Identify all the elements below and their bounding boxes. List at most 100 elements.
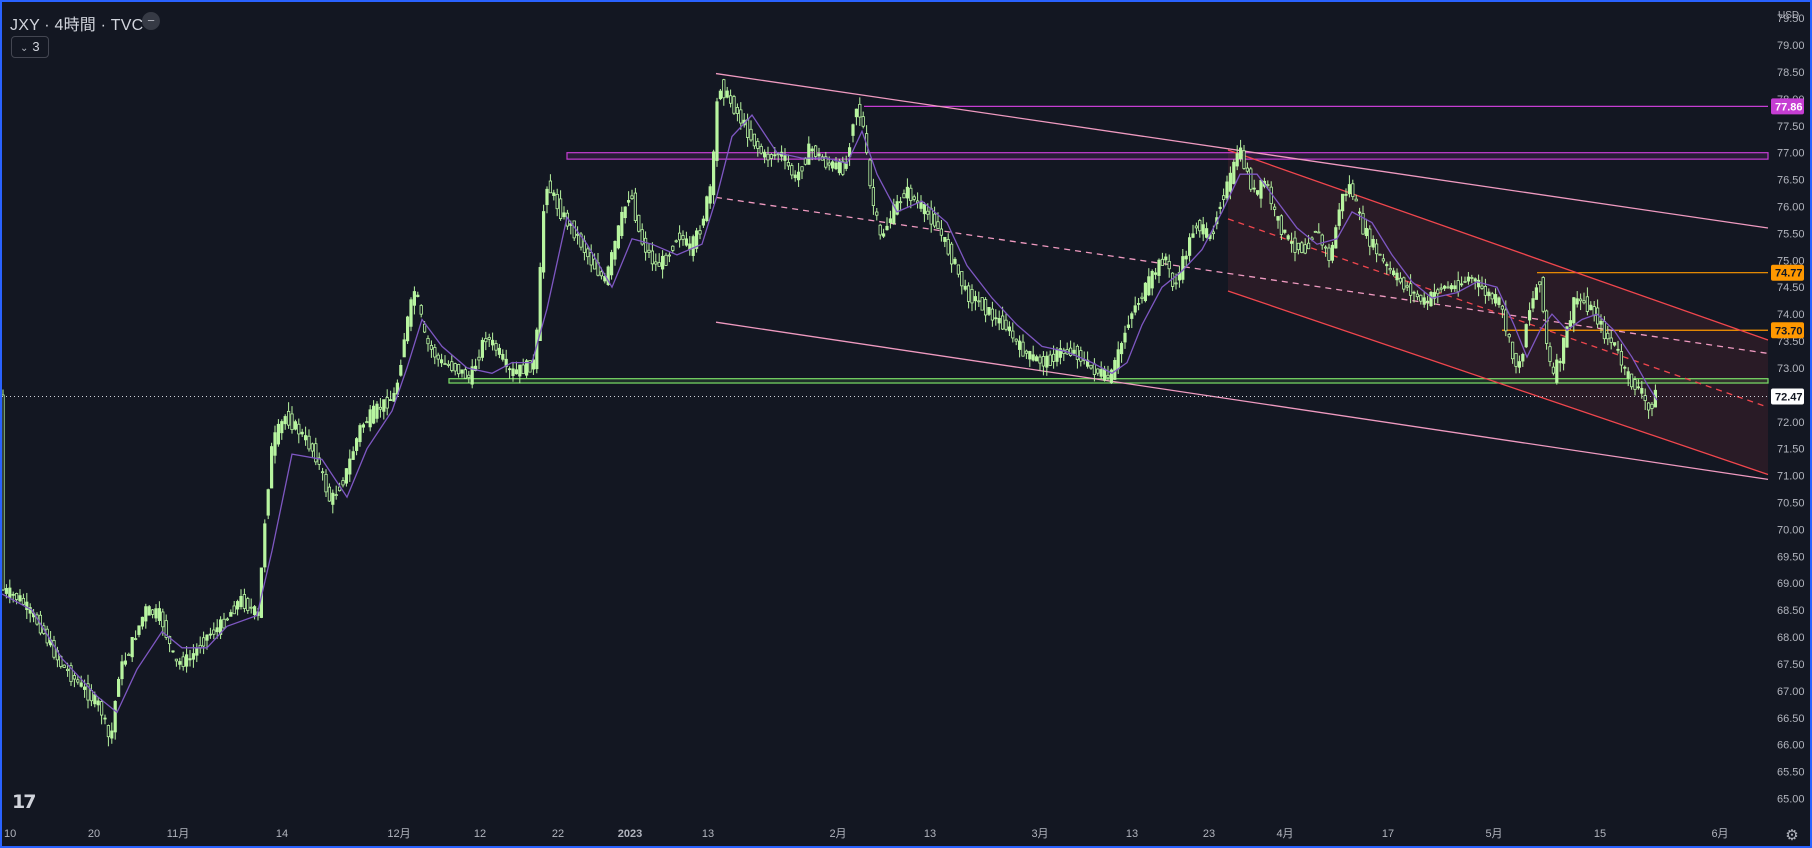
candle-body xyxy=(616,225,621,249)
candle-body xyxy=(1439,287,1443,290)
candle-body xyxy=(269,446,274,489)
candle-body xyxy=(1099,369,1103,377)
tradingview-logo-icon[interactable]: 17 xyxy=(12,791,36,813)
symbol-title[interactable]: JXY · 4時間 · TVC xyxy=(10,11,143,35)
candle-body xyxy=(1089,364,1093,369)
price-tick-label: 76.00 xyxy=(1777,202,1805,214)
candle-body xyxy=(422,323,427,333)
candle-body xyxy=(140,616,144,627)
candle-body xyxy=(1201,224,1205,235)
candle-body xyxy=(1480,285,1484,289)
chevron-down-icon: ⌄ xyxy=(20,43,29,54)
candle-body xyxy=(399,364,403,376)
candle-body xyxy=(1137,303,1141,305)
gear-icon[interactable]: ⚙ xyxy=(1784,828,1800,844)
candle-body xyxy=(739,109,743,124)
candle-body xyxy=(511,368,515,376)
candle-body xyxy=(1031,354,1035,361)
candle-body xyxy=(327,486,332,502)
candle-body xyxy=(973,296,978,302)
candle-body xyxy=(1422,297,1426,305)
candle-body xyxy=(967,285,971,302)
candle-body xyxy=(1126,324,1130,328)
candle-body xyxy=(1334,227,1338,249)
candle-body xyxy=(1245,167,1249,172)
candle-body xyxy=(698,230,702,235)
candle-body xyxy=(599,271,604,277)
candle-body xyxy=(1490,293,1494,300)
candle-body xyxy=(1609,337,1613,343)
price-tick-label: 77.50 xyxy=(1777,121,1805,133)
candle-body xyxy=(1647,402,1651,411)
candle-body xyxy=(657,262,661,267)
candle-body xyxy=(749,128,753,141)
price-chart[interactable]: 79.5079.0078.5078.0077.5077.0076.5076.00… xyxy=(2,2,1810,846)
price-tick-label: 67.50 xyxy=(1777,659,1805,671)
candle-body xyxy=(936,221,940,229)
candle-body xyxy=(297,423,301,435)
candle-body xyxy=(456,364,461,375)
candle-body xyxy=(79,682,83,687)
time-tick-label: 13 xyxy=(924,828,936,840)
candle-body xyxy=(205,634,209,641)
price-tick-label: 66.50 xyxy=(1777,713,1805,725)
candle-body xyxy=(1470,277,1474,279)
time-tick-label: 11月 xyxy=(167,828,189,840)
candle-body xyxy=(899,201,903,204)
candle-body xyxy=(559,198,563,220)
price-tick-label: 73.00 xyxy=(1777,363,1805,375)
candle-body xyxy=(1545,310,1549,344)
candle-body xyxy=(494,343,498,351)
indicators-toggle-button[interactable]: ⌄ 3 xyxy=(11,36,49,58)
orange-upper-badge-label: 74.77 xyxy=(1775,268,1803,280)
candle-body xyxy=(1028,351,1032,360)
candle-body xyxy=(497,347,502,355)
candle-body xyxy=(783,155,787,161)
candle-body xyxy=(1130,313,1134,319)
candle-body xyxy=(1528,310,1532,321)
candle-body xyxy=(1225,181,1229,199)
candle-body xyxy=(1174,282,1178,285)
price-tick-label: 71.50 xyxy=(1777,444,1805,456)
candle-body xyxy=(66,668,70,672)
candle-body xyxy=(943,236,947,242)
candle-body xyxy=(208,633,212,636)
candle-body xyxy=(286,410,291,426)
candle-body xyxy=(1140,296,1144,299)
candle-body xyxy=(351,451,355,460)
candle-body xyxy=(1640,388,1644,394)
candle-body xyxy=(1143,282,1147,302)
candle-body xyxy=(1531,298,1535,309)
candle-body xyxy=(800,166,804,172)
candle-body xyxy=(72,675,76,680)
candle-body xyxy=(1283,229,1287,233)
candle-body xyxy=(365,421,369,424)
candle-body xyxy=(290,413,294,430)
candle-body xyxy=(1001,315,1005,330)
candle-body xyxy=(633,192,638,221)
candle-body xyxy=(446,363,451,366)
candle-body xyxy=(130,636,134,658)
time-tick-label: 12月 xyxy=(387,828,410,840)
candle-body xyxy=(555,194,559,210)
currency-label[interactable]: USD xyxy=(1778,10,1799,21)
candle-body xyxy=(184,654,189,667)
time-tick-label: 4月 xyxy=(1276,828,1293,840)
candle-body xyxy=(882,233,886,237)
candle-body xyxy=(222,618,226,629)
minus-icon[interactable]: − xyxy=(142,12,160,30)
time-tick-label: 17 xyxy=(1382,828,1394,840)
candle-body xyxy=(276,423,281,445)
candle-body xyxy=(1048,354,1052,366)
candle-body xyxy=(610,252,614,276)
candle-body xyxy=(239,595,243,607)
candle-body xyxy=(722,79,726,99)
candle-body xyxy=(1405,285,1409,288)
candle-body xyxy=(1538,281,1542,286)
candle-body xyxy=(1636,386,1640,389)
candle-body xyxy=(987,307,991,315)
candle-body xyxy=(1106,374,1110,379)
chart-window[interactable]: 79.5079.0078.5078.0077.5077.0076.5076.00… xyxy=(0,0,1812,848)
candle-body xyxy=(1147,276,1151,296)
candle-body xyxy=(1004,319,1008,330)
